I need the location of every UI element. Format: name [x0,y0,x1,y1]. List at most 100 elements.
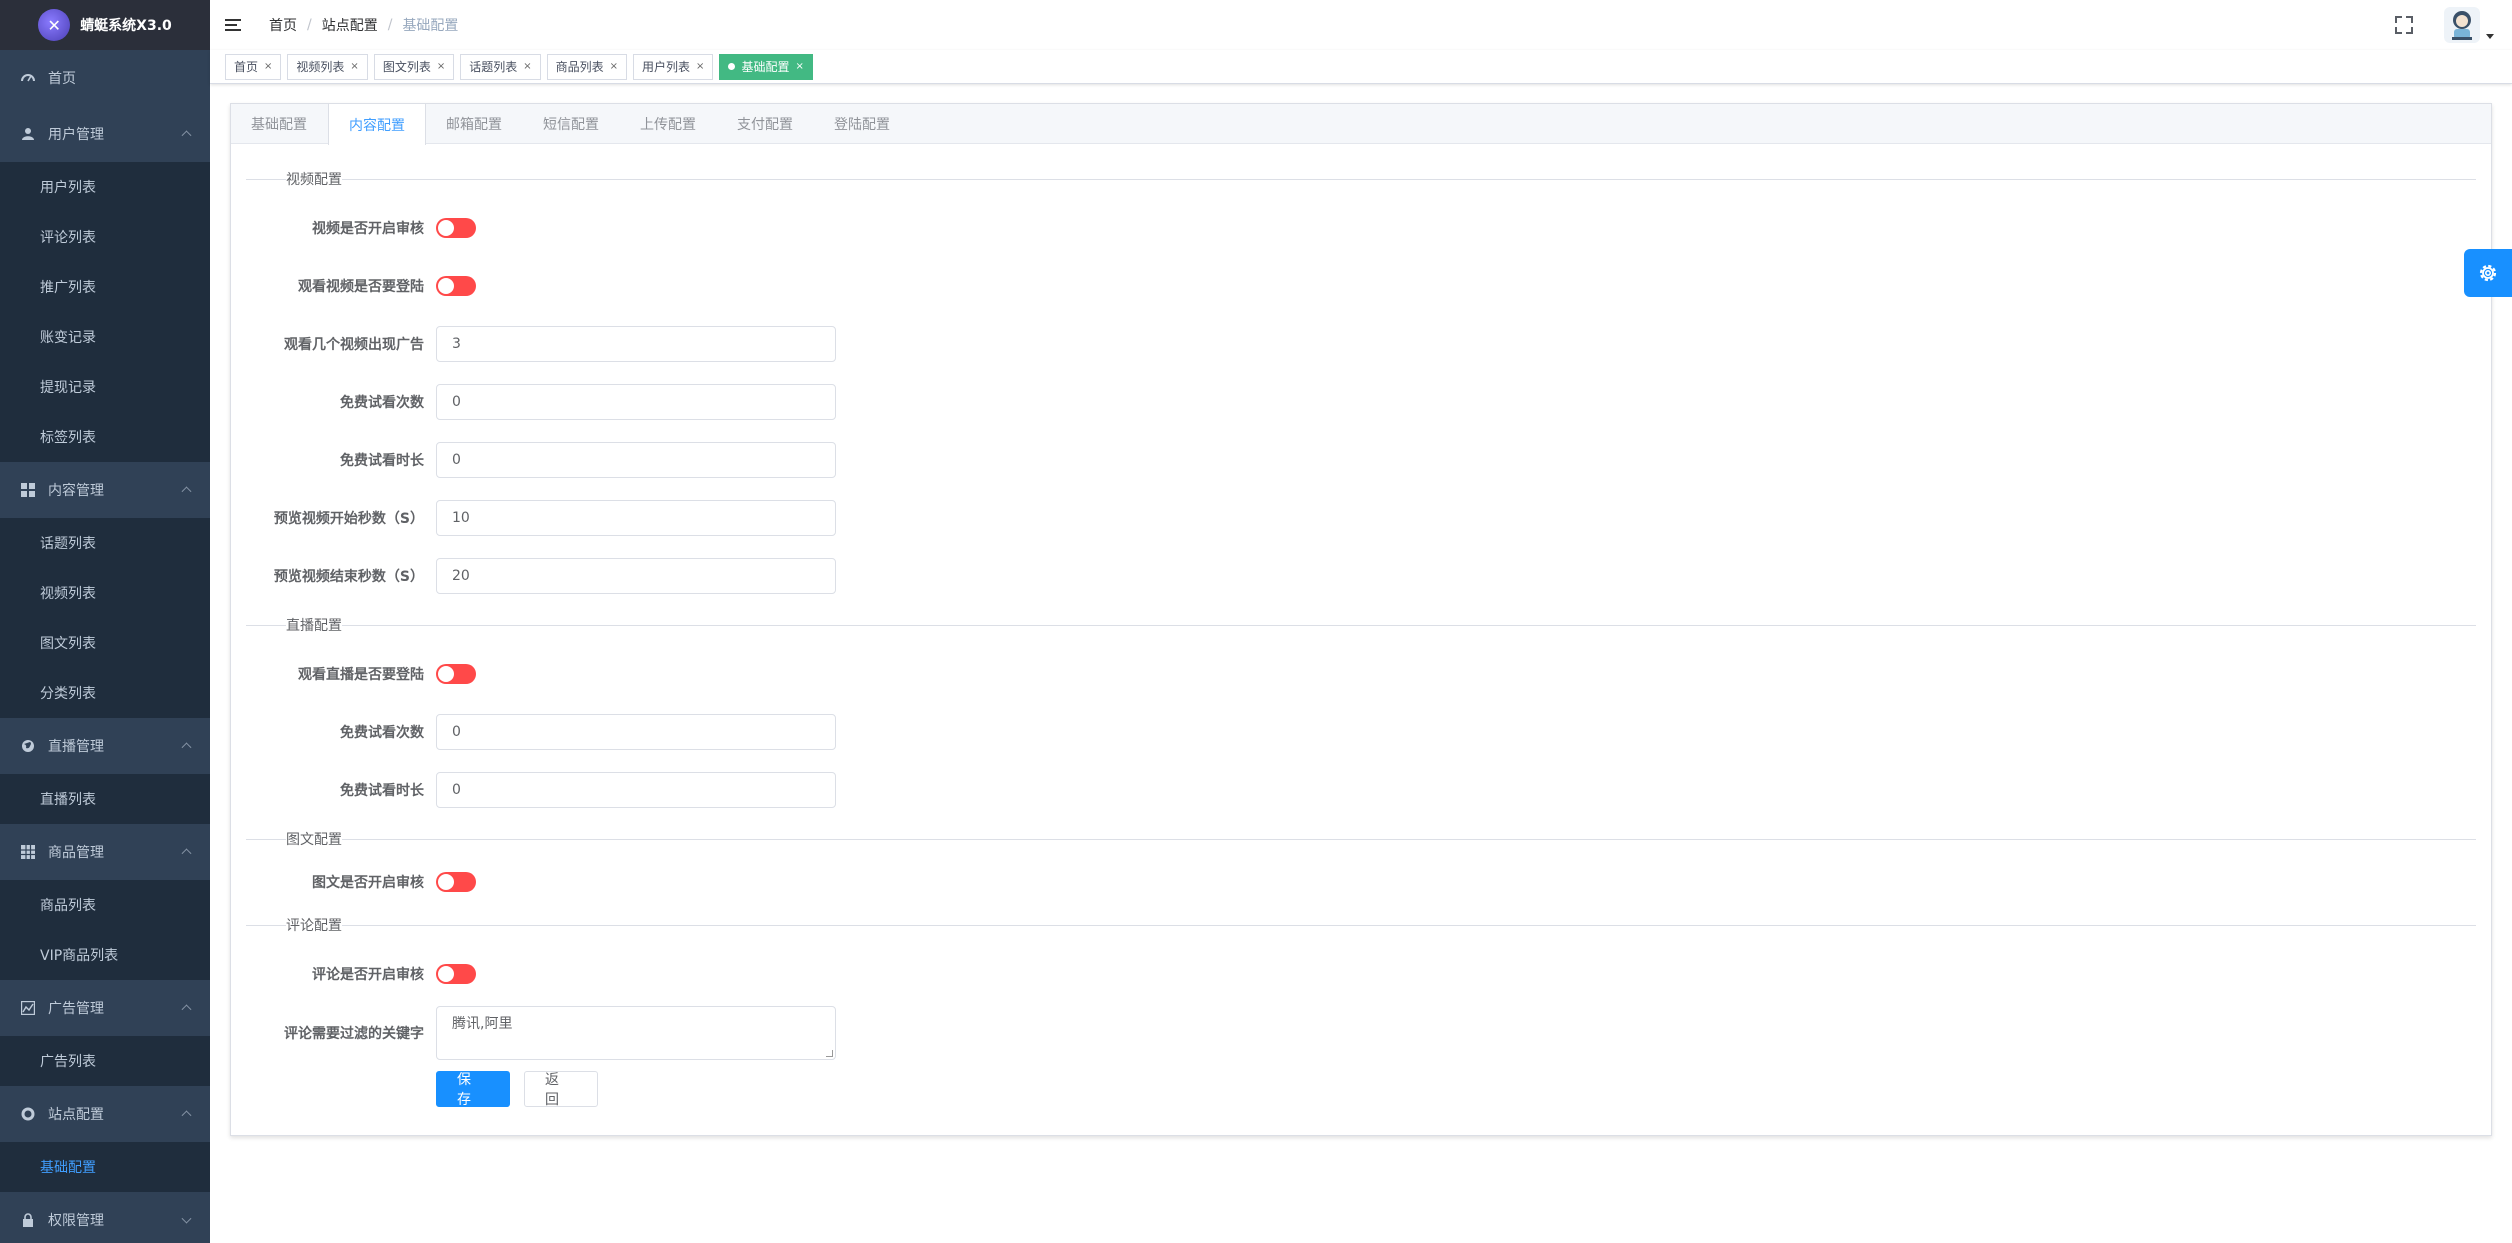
sidebar-item-promotion-list[interactable]: 推广列表 [0,262,210,312]
fullscreen-icon[interactable] [2394,15,2414,35]
sidebar-item-withdraw[interactable]: 提现记录 [0,362,210,412]
sidebar-item-user-list[interactable]: 用户列表 [0,162,210,212]
breadcrumb: 首页 / 站点配置 / 基础配置 [269,15,458,35]
live-free-times-input[interactable]: 0 [436,714,836,750]
sidebar-item-topic-list[interactable]: 话题列表 [0,518,210,568]
sidebar-item-basic-config[interactable]: 基础配置 [0,1142,210,1192]
user-menu[interactable] [2444,7,2494,43]
row-free-duration: 免费试看时长 0 [246,431,2476,489]
dashboard-icon [20,70,36,86]
tag-label: 商品列表 [555,60,604,74]
sidebar-group-content[interactable]: 内容管理 [0,462,210,518]
live-login-switch[interactable] [436,664,476,684]
sidebar-item-live-list[interactable]: 直播列表 [0,774,210,824]
section-title: 评论配置 [286,918,342,934]
sidebar-group-live[interactable]: 直播管理 [0,718,210,774]
main-area: 首页 / 站点配置 / 基础配置 首页 × 视频列表 × 图文列表 × 话题列表… [210,0,2512,1243]
sidebar-group-user[interactable]: 用户管理 [0,106,210,162]
tab-email[interactable]: 邮箱配置 [426,104,523,144]
tag-article-list[interactable]: 图文列表 × [373,53,455,80]
sidebar-item-ad-list[interactable]: 广告列表 [0,1036,210,1086]
tab-login[interactable]: 登陆配置 [814,104,911,144]
sidebar-item-category-list[interactable]: 分类列表 [0,668,210,718]
tag-basic-config[interactable]: 基础配置 × [719,53,813,80]
live-free-duration-input[interactable]: 0 [436,772,836,808]
save-button[interactable]: 保 存 [436,1071,510,1108]
sidebar-group-site-config[interactable]: 站点配置 [0,1086,210,1142]
row-video-audit: 视频是否开启审核 [246,199,2476,257]
active-dot-icon [728,63,736,70]
row-article-audit: 图文是否开启审核 [246,859,2476,905]
section-comment: 评论配置 [246,905,2476,945]
sidebar-group-label: 商品管理 [48,845,104,861]
tag-home[interactable]: 首页 × [225,53,282,80]
breadcrumb-separator: / [307,17,312,33]
sidebar-item-account-change[interactable]: 账变记录 [0,312,210,362]
preview-end-input[interactable]: 20 [436,558,836,594]
sidebar-group-label: 直播管理 [48,739,104,755]
close-icon[interactable]: × [795,61,803,72]
tab-upload[interactable]: 上传配置 [620,104,717,144]
sidebar-group-label: 内容管理 [48,483,104,499]
tab-content[interactable]: 内容配置 [328,104,426,145]
close-icon[interactable]: × [696,61,704,72]
sidebar-item-article-list[interactable]: 图文列表 [0,618,210,668]
form-label: 视频是否开启审核 [312,221,424,237]
chart-icon [20,1000,36,1016]
free-duration-input[interactable]: 0 [436,442,836,478]
comment-audit-switch[interactable] [436,964,476,984]
sidebar-item-vip-goods-list[interactable]: VIP商品列表 [0,930,210,980]
ad-count-input[interactable]: 3 [436,326,836,362]
breadcrumb-home[interactable]: 首页 [269,15,297,35]
section-article: 图文配置 [246,819,2476,859]
breadcrumb-site-config[interactable]: 站点配置 [322,15,378,35]
sidebar-item-video-list[interactable]: 视频列表 [0,568,210,618]
hamburger-icon[interactable] [225,15,245,35]
sidebar-item-goods-list[interactable]: 商品列表 [0,880,210,930]
submenu-user: 用户列表 评论列表 推广列表 账变记录 提现记录 标签列表 [0,162,210,462]
chevron-up-icon [181,1004,192,1015]
tab-payment[interactable]: 支付配置 [717,104,814,144]
dragonfly-logo-icon: ✕ [38,9,71,41]
sidebar-group-permission[interactable]: 权限管理 [0,1192,210,1243]
row-preview-start: 预览视频开始秒数（S） 10 [246,489,2476,547]
submenu-ads: 广告列表 [0,1036,210,1086]
tag-label: 基础配置 [741,60,790,74]
sidebar: ✕ 蜻蜓系统X3.0 首页 用户管理 用户列表 评论列表 推广列表 账变记录 提… [0,0,210,1243]
back-button[interactable]: 返 回 [524,1071,598,1108]
lock-icon [20,1212,36,1228]
close-icon[interactable]: × [610,61,618,72]
form-label: 免费试看时长 [340,783,424,799]
video-login-switch[interactable] [436,276,476,296]
tag-goods-list[interactable]: 商品列表 × [546,53,628,80]
close-icon[interactable]: × [350,61,358,72]
sidebar-item-comment-list[interactable]: 评论列表 [0,212,210,262]
free-times-input[interactable]: 0 [436,384,836,420]
config-tabs: 基础配置 内容配置 邮箱配置 短信配置 上传配置 支付配置 登陆配置 [231,104,2491,145]
sidebar-item-home[interactable]: 首页 [0,50,210,106]
preview-start-input[interactable]: 10 [436,500,836,536]
navbar: 首页 / 站点配置 / 基础配置 [210,0,2512,50]
video-audit-switch[interactable] [436,218,476,238]
close-icon[interactable]: × [437,61,445,72]
avatar[interactable] [2444,7,2480,43]
article-audit-switch[interactable] [436,872,476,892]
tag-video-list[interactable]: 视频列表 × [287,53,368,80]
settings-gear-button[interactable] [2464,249,2512,297]
sidebar-item-tag-list[interactable]: 标签列表 [0,412,210,462]
close-icon[interactable]: × [264,61,272,72]
sidebar-group-ads[interactable]: 广告管理 [0,980,210,1036]
form-label: 评论需要过滤的关键字 [284,1026,424,1042]
form-label: 免费试看时长 [340,453,424,469]
close-icon[interactable]: × [523,61,531,72]
tag-user-list[interactable]: 用户列表 × [633,53,714,80]
tag-topic-list[interactable]: 话题列表 × [460,53,541,80]
sidebar-group-goods[interactable]: 商品管理 [0,824,210,880]
logo[interactable]: ✕ 蜻蜓系统X3.0 [0,0,210,50]
lifebuoy-icon [20,1106,36,1122]
keywords-textarea[interactable]: 腾讯,阿里 [436,1006,836,1060]
tab-sms[interactable]: 短信配置 [523,104,620,144]
tab-basic[interactable]: 基础配置 [231,104,328,144]
chevron-up-icon [181,1110,192,1121]
form-label: 预览视频开始秒数（S） [273,511,424,527]
